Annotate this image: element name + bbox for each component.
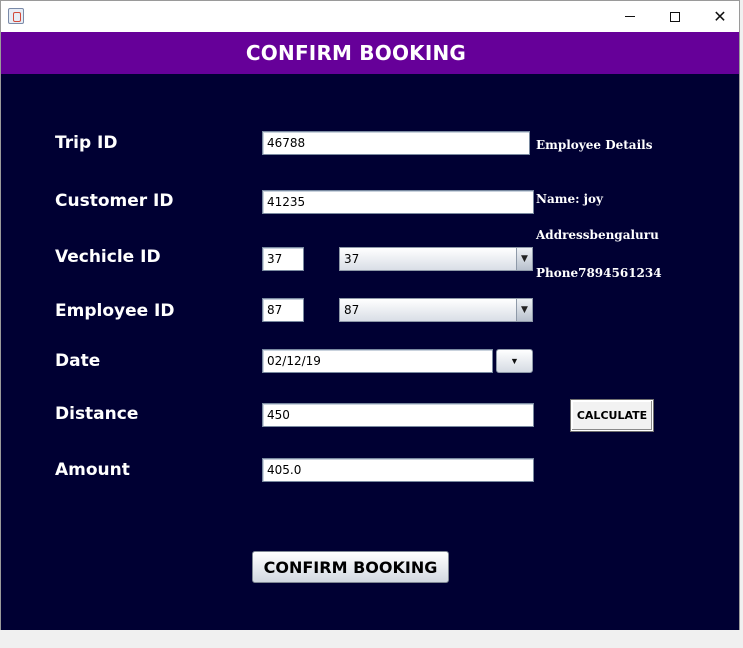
employee-name: Name: joy	[536, 192, 604, 206]
employee-id-field[interactable]: 87	[262, 298, 304, 322]
vehicle-id-field[interactable]: 37	[262, 247, 304, 271]
minimize-icon	[625, 16, 635, 17]
trip-id-label: Trip ID	[55, 133, 118, 153]
title-bar: ✕	[1, 1, 739, 32]
page-title: CONFIRM BOOKING	[245, 41, 467, 65]
vehicle-id-label: Vechicle ID	[55, 247, 161, 267]
confirm-booking-button[interactable]: CONFIRM BOOKING	[252, 551, 449, 583]
customer-id-field[interactable]: 41235	[262, 190, 534, 214]
vehicle-id-dropdown-value: 37	[344, 252, 360, 266]
date-label: Date	[55, 351, 101, 371]
distance-label: Distance	[55, 404, 139, 424]
amount-field[interactable]: 405.0	[262, 458, 534, 482]
vehicle-id-dropdown[interactable]: 37 ▼	[339, 247, 533, 271]
date-picker-button[interactable]: ▼	[496, 349, 533, 373]
calculate-button[interactable]: CALCULATE	[570, 399, 654, 432]
employee-details-heading: Employee Details	[536, 138, 653, 152]
employee-phone: Phone7894561234	[536, 266, 662, 280]
minimize-button[interactable]	[607, 1, 653, 32]
customer-id-label: Customer ID	[55, 191, 174, 211]
employee-id-label: Employee ID	[55, 301, 175, 321]
close-icon: ✕	[713, 6, 727, 26]
chevron-down-icon: ▼	[510, 356, 519, 366]
trip-id-field[interactable]: 46788	[262, 131, 530, 155]
java-icon	[8, 8, 24, 24]
chevron-down-icon[interactable]: ▼	[516, 248, 532, 270]
maximize-button[interactable]	[652, 1, 698, 32]
employee-id-dropdown-value: 87	[344, 303, 360, 317]
page-header: CONFIRM BOOKING	[1, 32, 739, 74]
distance-field[interactable]: 450	[262, 403, 534, 427]
amount-label: Amount	[55, 460, 130, 480]
employee-address: Addressbengaluru	[536, 228, 659, 242]
employee-id-dropdown[interactable]: 87 ▼	[339, 298, 533, 322]
date-field[interactable]: 02/12/19	[262, 349, 493, 373]
maximize-icon	[670, 11, 680, 22]
close-button[interactable]: ✕	[697, 1, 743, 32]
chevron-down-icon[interactable]: ▼	[516, 299, 532, 321]
